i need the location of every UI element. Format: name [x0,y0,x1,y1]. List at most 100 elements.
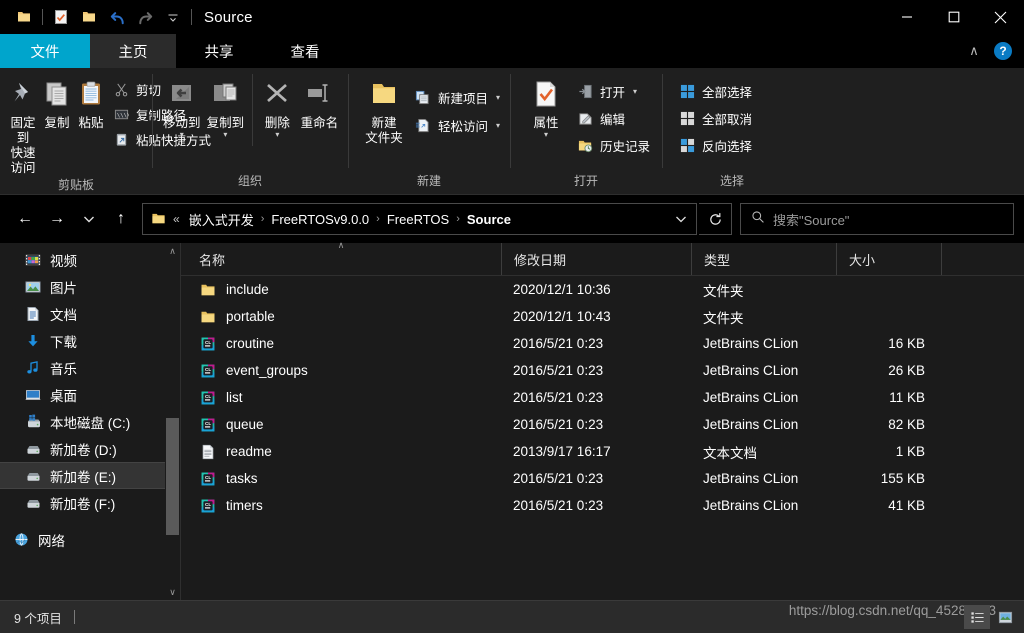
minimize-button[interactable] [883,0,930,34]
easy-access-button[interactable]: 轻松访问 ▾ [410,114,504,136]
select-none-button[interactable]: 全部取消 [674,107,756,129]
sidebar-item-volume-d[interactable]: 新加卷 (D:) [0,435,180,462]
search-input[interactable]: 搜索"Source" [740,203,1014,235]
forward-button[interactable]: → [42,203,72,235]
row-size-cell: 82 KB [888,417,925,432]
recent-locations-button[interactable] [74,203,104,235]
sidebar-item-network[interactable]: 网络 [0,526,180,553]
column-header-name[interactable]: ∧ 名称 [181,240,501,275]
table-row[interactable]: CL list 2016/5/21 0:23 JetBrains CLion 1… [181,384,1024,411]
breadcrumb-item-0[interactable]: 嵌入式开发 [184,210,259,229]
breadcrumb-item-2[interactable]: FreeRTOS [382,212,454,227]
paste-button[interactable]: 粘贴 [74,72,108,131]
rename-button[interactable]: 重命名 [297,72,342,131]
copy-to-caret-icon[interactable]: ▾ [223,131,227,139]
tab-view[interactable]: 查看 [262,34,348,68]
sidebar-scroll-track[interactable] [165,259,180,584]
table-row[interactable]: CL croutine 2016/5/21 0:23 JetBrains CLi… [181,330,1024,357]
tab-file[interactable]: 文件 [0,34,90,68]
folder-icon[interactable] [10,3,38,31]
large-icons-view-button[interactable] [992,605,1018,629]
breadcrumb-sep-2[interactable]: › [374,213,382,225]
undo-icon[interactable] [103,3,131,31]
table-row[interactable]: CL event_groups 2016/5/21 0:23 JetBrains… [181,357,1024,384]
breadcrumb-dropdown-icon[interactable] [668,205,694,233]
help-icon[interactable]: ? [994,42,1012,60]
table-row[interactable]: include 2020/12/1 10:36 文件夹 [181,276,1024,303]
sidebar-item-volume-e[interactable]: 新加卷 (E:) [0,462,180,489]
close-button[interactable] [977,0,1024,34]
sidebar-label-local-disk-c: 本地磁盘 (C:) [50,415,131,431]
table-row[interactable]: CL tasks 2016/5/21 0:23 JetBrains CLion … [181,465,1024,492]
sidebar-scroll-up-icon[interactable]: ∧ [165,243,180,259]
copy-to-button[interactable]: 复制到 ▾ [204,72,248,139]
properties-button[interactable]: 属性 ▾ [520,72,572,139]
maximize-button[interactable] [930,0,977,34]
table-row[interactable]: CL timers 2016/5/21 0:23 JetBrains CLion… [181,492,1024,519]
breadcrumb-sep-1[interactable]: › [259,213,267,225]
tab-home[interactable]: 主页 [90,34,176,68]
scissors-icon [112,80,130,98]
new-folder-icon[interactable] [75,3,103,31]
open-button[interactable]: 打开 ▾ [572,80,654,102]
sidebar-item-videos[interactable]: 视频 [0,246,180,273]
breadcrumb-item-3[interactable]: Source [462,212,516,227]
new-item-button[interactable]: 新建项目 ▾ [410,86,504,108]
sidebar-scrollbar[interactable]: ∧ ∨ [165,243,180,600]
properties-caret-icon[interactable]: ▾ [544,131,548,139]
up-button[interactable]: ↑ [106,203,136,235]
pin-to-quick-access-button[interactable]: 固定到 快速访问 [6,72,40,176]
sidebar-item-pictures[interactable]: 图片 [0,273,180,300]
breadcrumb[interactable]: « › 嵌入式开发 › FreeRTOSv9.0.0 › FreeRTOS › … [142,203,697,235]
sidebar-item-volume-f[interactable]: 新加卷 (F:) [0,489,180,516]
search-icon [751,210,765,229]
redo-icon[interactable] [131,3,159,31]
edit-button[interactable]: 编辑 [572,107,654,129]
rename-icon [304,76,334,112]
sidebar-scroll-thumb[interactable] [166,418,179,536]
sidebar-label-desktop: 桌面 [50,388,77,404]
collapse-ribbon-icon[interactable]: ∧ [964,43,984,59]
easy-access-caret-icon[interactable]: ▾ [496,121,500,130]
table-row[interactable]: CL queue 2016/5/21 0:23 JetBrains CLion … [181,411,1024,438]
ribbon-group-title-organize: 组织 [237,174,262,188]
row-date-cell: 2016/5/21 0:23 [513,417,604,432]
breadcrumb-item-1[interactable]: FreeRTOSv9.0.0 [266,212,374,227]
move-to-caret-icon[interactable]: ▾ [180,131,184,139]
history-button[interactable]: 历史记录 [572,134,654,156]
sidebar-item-desktop[interactable]: 桌面 [0,381,180,408]
breadcrumb-overflow[interactable]: « [169,212,184,226]
details-view-button[interactable] [964,605,990,629]
refresh-button[interactable] [699,203,732,235]
open-caret-icon[interactable]: ▾ [633,87,637,96]
properties-icon[interactable] [47,3,75,31]
customize-icon[interactable] [159,3,187,31]
back-button[interactable]: ← [10,203,40,235]
new-folder-button[interactable]: 新建 文件夹 [358,72,410,146]
delete-caret-icon[interactable]: ▾ [275,131,279,139]
breadcrumb-sep-3[interactable]: › [454,213,462,225]
column-header-date-modified[interactable]: 修改日期 [501,243,691,275]
sidebar-item-downloads[interactable]: 下载 [0,327,180,354]
row-date-cell: 2016/5/21 0:23 [513,498,604,513]
table-row[interactable]: portable 2020/12/1 10:43 文件夹 [181,303,1024,330]
column-header-type[interactable]: 类型 [691,243,836,275]
copy-button[interactable]: 复制 [40,72,74,131]
select-all-button[interactable]: 全部选择 [674,80,756,102]
sidebar-item-local-disk-c[interactable]: 本地磁盘 (C:) [0,408,180,435]
invert-selection-icon [678,136,696,154]
column-header-size[interactable]: 大小 [836,243,941,275]
tab-share[interactable]: 共享 [176,34,262,68]
sidebar-scroll-down-icon[interactable]: ∨ [165,584,180,600]
row-type-cell: JetBrains CLion [703,390,799,405]
row-name-cell: portable [181,308,501,326]
sidebar-item-music[interactable]: 音乐 [0,354,180,381]
new-item-caret-icon[interactable]: ▾ [496,93,500,102]
ribbon-group-title-select: 选择 [719,174,744,188]
delete-button[interactable]: 删除 ▾ [258,72,297,139]
table-row[interactable]: readme 2013/9/17 16:17 文本文档 1 KB [181,438,1024,465]
sidebar-item-documents[interactable]: 文档 [0,300,180,327]
invert-selection-button[interactable]: 反向选择 [674,134,756,156]
move-to-button[interactable]: 移动到 ▾ [160,72,204,139]
new-item-icon [414,88,432,106]
